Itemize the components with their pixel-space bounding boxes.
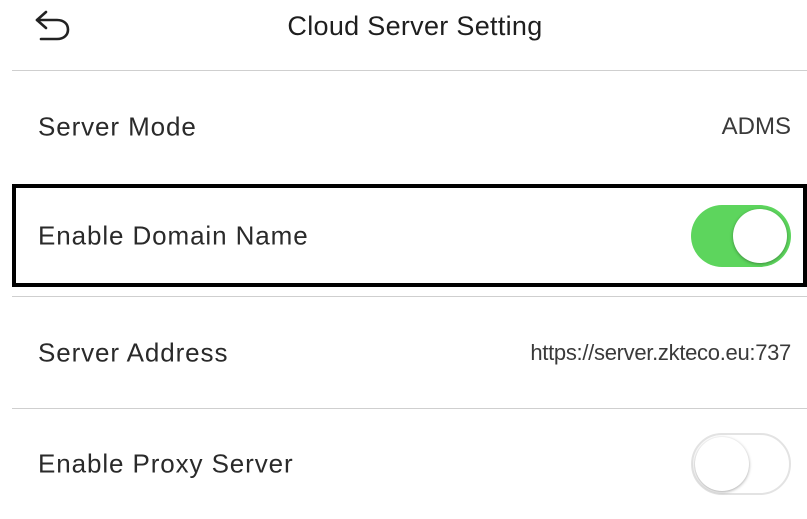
toggle-knob xyxy=(695,437,749,491)
server-address-label: Server Address xyxy=(38,337,229,368)
enable-domain-name-toggle[interactable] xyxy=(691,204,791,267)
enable-proxy-server-row[interactable]: Enable Proxy Server xyxy=(12,409,807,519)
enable-domain-name-row[interactable]: Enable Domain Name xyxy=(12,184,807,287)
server-mode-row[interactable]: Server Mode ADMS xyxy=(12,71,807,183)
enable-domain-name-label: Enable Domain Name xyxy=(38,220,309,250)
server-mode-label: Server Mode xyxy=(38,111,197,142)
toggle-knob xyxy=(733,208,787,263)
server-address-row[interactable]: Server Address https://server.zkteco.eu:… xyxy=(12,297,807,409)
header-bar: Cloud Server Setting xyxy=(0,0,807,70)
server-address-value: https://server.zkteco.eu:737 xyxy=(530,340,791,365)
cloud-server-setting-screen: Cloud Server Setting Server Mode ADMS En… xyxy=(0,0,807,519)
enable-proxy-server-label: Enable Proxy Server xyxy=(38,448,294,479)
server-mode-value: ADMS xyxy=(721,113,791,140)
enable-proxy-server-toggle[interactable] xyxy=(691,433,791,495)
page-title: Cloud Server Setting xyxy=(287,11,543,41)
